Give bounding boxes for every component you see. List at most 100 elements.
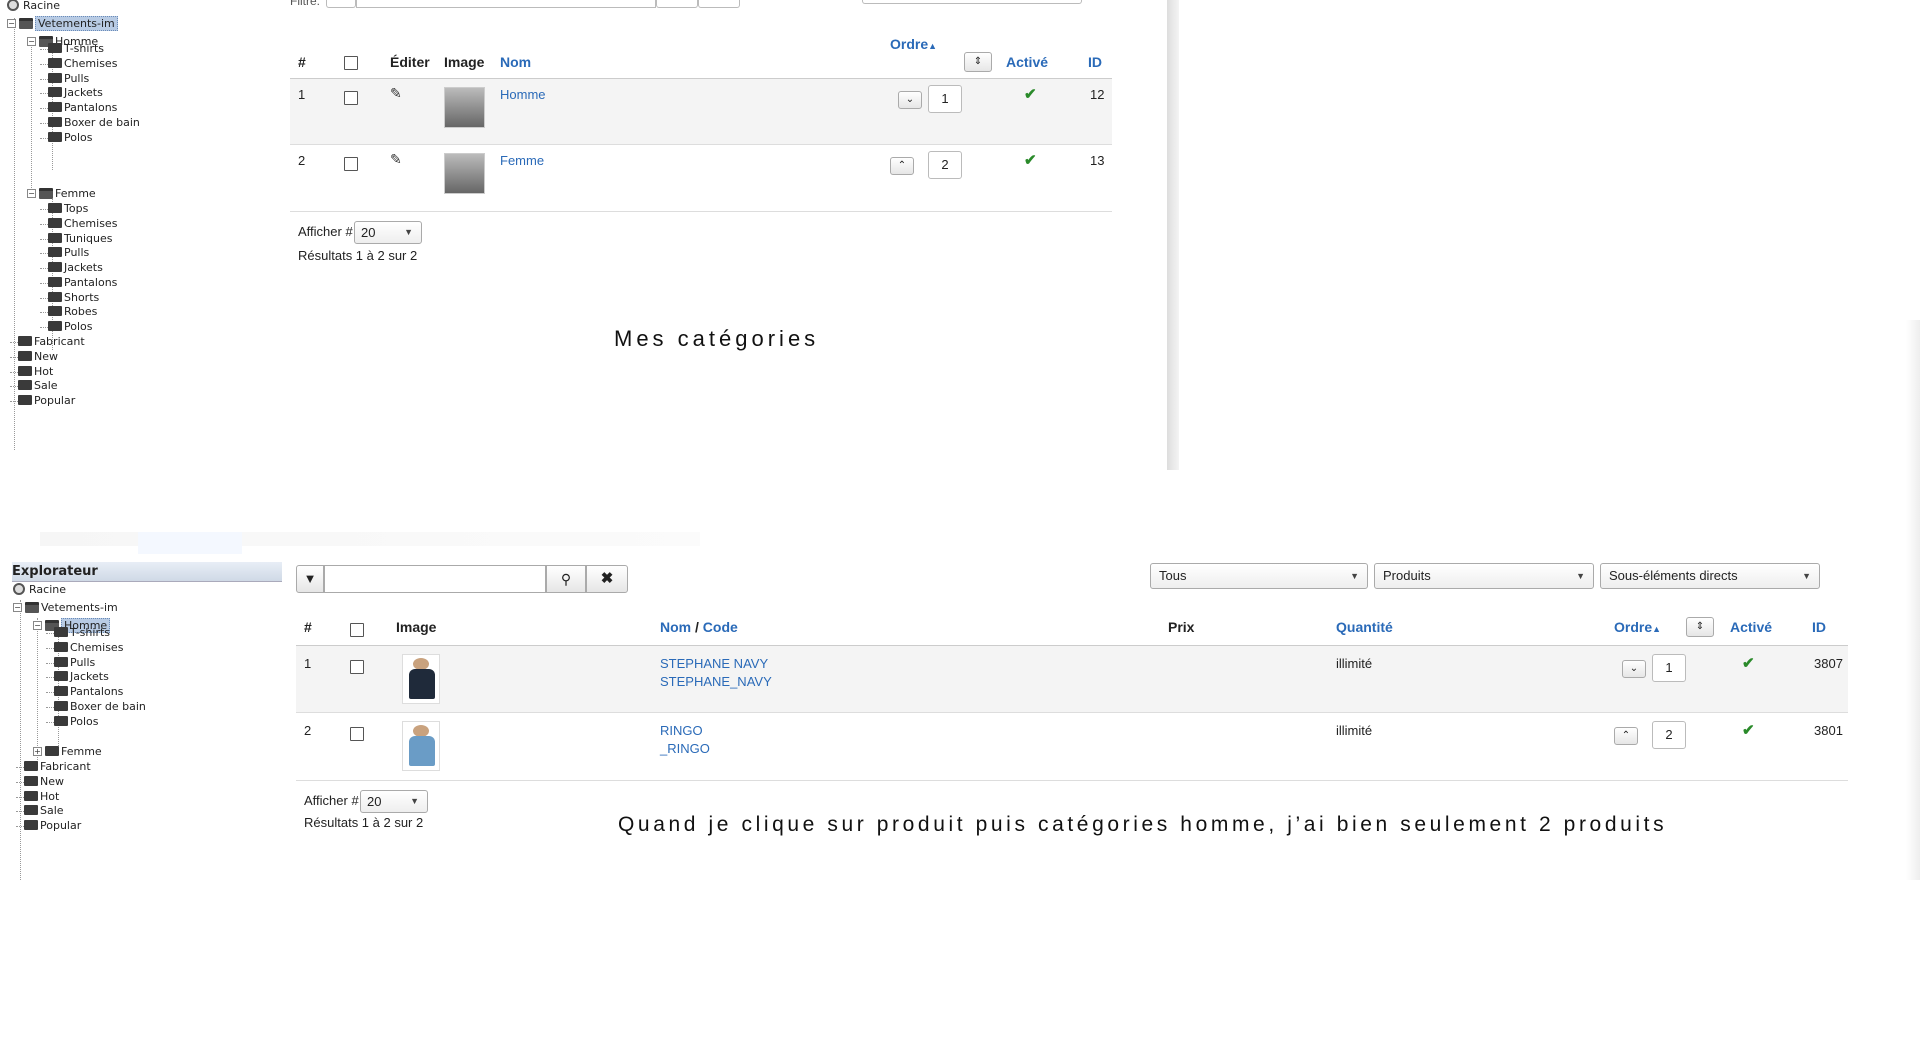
search-button[interactable]: ⚲ [546,565,586,593]
order-input[interactable]: 1 [1652,654,1686,682]
move-up-button[interactable]: ⌃ [890,157,914,175]
edit-pencil-icon[interactable]: ✎ [390,85,402,102]
tree-item-homme-child[interactable]: Pulls [46,655,95,671]
table-row[interactable]: 1 STEPHANE NAVY STEPHANE_NAVY illimité ⌄… [296,646,1848,712]
row-name-link[interactable]: Femme [500,153,544,168]
tree-item-homme-child[interactable]: Chemises [46,640,123,656]
table-row[interactable]: 1 ✎ Homme ⌄ 1 ✔ 12 [290,79,1112,144]
tree-item-root-child[interactable]: New [16,774,64,790]
active-check-icon[interactable]: ✔ [1024,151,1037,169]
tree-item-homme-child[interactable]: Pulls [40,71,89,87]
move-up-button[interactable]: ⌃ [1614,727,1638,745]
collapse-icon[interactable]: − [7,18,16,28]
tree-store[interactable]: − Vetements-im [7,16,118,32]
clear-button[interactable]: ✖ [586,565,628,593]
select-all-checkbox[interactable] [350,623,364,637]
tree-item-homme-child[interactable]: Polos [46,714,99,730]
type-select[interactable]: Produits ▼ [1374,563,1594,589]
type-dropdown[interactable] [862,0,1082,4]
tree-item-root-child[interactable]: Fabricant [16,759,91,775]
product-code-link[interactable]: STEPHANE_NAVY [660,674,772,689]
expand-icon[interactable]: + [33,746,42,756]
tree-item-femme-child[interactable]: Pantalons [40,275,117,291]
col-active[interactable]: Activé [1730,619,1772,635]
tree-item-root-child[interactable]: Sale [16,803,64,819]
active-check-icon[interactable]: ✔ [1742,721,1755,739]
col-id[interactable]: ID [1088,54,1102,70]
collapse-icon[interactable]: − [27,36,36,46]
tree-root[interactable]: Racine [13,582,66,598]
page-size-select[interactable]: 20 ▼ [360,790,428,813]
tree-item-homme-child[interactable]: Boxer de bain [40,115,140,131]
row-checkbox[interactable] [344,91,358,105]
tree-item-femme-child[interactable]: Polos [40,319,93,335]
select-all-checkbox[interactable] [344,56,358,70]
collapse-icon[interactable]: − [33,620,42,630]
product-name-link[interactable]: STEPHANE NAVY [660,656,768,671]
tree-item-homme-child[interactable]: Jackets [46,669,109,685]
tree-item-root-child[interactable]: Fabricant [10,334,85,350]
col-name[interactable]: Nom [500,54,531,70]
tree-root[interactable]: Racine [7,0,60,14]
row-checkbox[interactable] [350,727,364,741]
product-name-link[interactable]: RINGO [660,723,703,738]
col-active[interactable]: Activé [1006,54,1048,70]
tree-item-femme-child[interactable]: Tops [40,201,88,217]
tree-item-root-child[interactable]: Hot [10,364,53,380]
order-input[interactable]: 1 [928,85,962,113]
page-size-select[interactable]: 20 ▼ [354,221,422,244]
col-code[interactable]: Code [703,619,738,635]
tree-item-homme-child[interactable]: Chemises [40,56,117,72]
edit-pencil-icon[interactable]: ✎ [390,151,402,168]
reorder-toggle-button[interactable]: ⇕ [964,52,992,72]
move-down-button[interactable]: ⌄ [1622,660,1646,678]
order-input[interactable]: 2 [1652,721,1686,749]
tree-item-femme-child[interactable]: Pulls [40,245,89,261]
product-code-link[interactable]: _RINGO [660,741,710,756]
table-row[interactable]: 2 RINGO _RINGO illimité ⌃ 2 ✔ 3801 [296,713,1848,779]
tree-femme[interactable]: + Femme [33,744,102,760]
col-order[interactable]: Ordre▲ [1614,619,1661,635]
tree-item-root-child[interactable]: Sale [10,378,58,394]
tree-item-femme-child[interactable]: Shorts [40,290,99,306]
reorder-toggle-button[interactable]: ⇕ [1686,617,1714,637]
collapse-icon[interactable]: − [13,602,22,612]
tree-item-homme-child[interactable]: T-shirts [40,41,104,57]
tree-item-femme-child[interactable]: Jackets [40,260,103,276]
active-check-icon[interactable]: ✔ [1742,654,1755,672]
tree-item-homme-child[interactable]: Pantalons [46,684,123,700]
tree-item-femme-child[interactable]: Robes [40,304,97,320]
col-order[interactable]: Ordre▲ [890,36,937,52]
tree-item-root-child[interactable]: Popular [10,393,75,409]
search-input[interactable] [324,565,546,593]
scope-select[interactable]: Sous-éléments directs ▼ [1600,563,1820,589]
order-input[interactable]: 2 [928,151,962,179]
filter-toggle-button[interactable]: ▼ [296,565,324,593]
col-name[interactable]: Nom [660,619,691,635]
tree-item-homme-child[interactable]: Jackets [40,85,103,101]
tree-item-homme-child[interactable]: Pantalons [40,100,117,116]
filter-search-button[interactable] [656,0,698,8]
tree-item-femme-child[interactable]: Tuniques [40,231,113,247]
tree-femme[interactable]: − Femme [27,186,96,202]
filter-clear-button[interactable] [698,0,740,8]
tree-item-homme-child[interactable]: Polos [40,130,93,146]
filter-input[interactable] [356,0,656,8]
filter-dropdown[interactable] [326,0,356,8]
table-row[interactable]: 2 ✎ Femme ⌃ 2 ✔ 13 [290,145,1112,210]
tree-item-femme-child[interactable]: Chemises [40,216,117,232]
tree-store[interactable]: − Vetements-im [13,600,118,616]
status-select[interactable]: Tous ▼ [1150,563,1368,589]
tree-item-root-child[interactable]: Popular [16,818,81,834]
col-quantity[interactable]: Quantité [1336,619,1393,635]
col-id[interactable]: ID [1812,619,1826,635]
row-checkbox[interactable] [350,660,364,674]
active-check-icon[interactable]: ✔ [1024,85,1037,103]
row-checkbox[interactable] [344,157,358,171]
tree-item-homme-child[interactable]: T-shirts [46,625,110,641]
tree-item-homme-child[interactable]: Boxer de bain [46,699,146,715]
collapse-icon[interactable]: − [27,188,36,198]
tree-item-root-child[interactable]: Hot [16,789,59,805]
move-down-button[interactable]: ⌄ [898,91,922,109]
tree-item-root-child[interactable]: New [10,349,58,365]
